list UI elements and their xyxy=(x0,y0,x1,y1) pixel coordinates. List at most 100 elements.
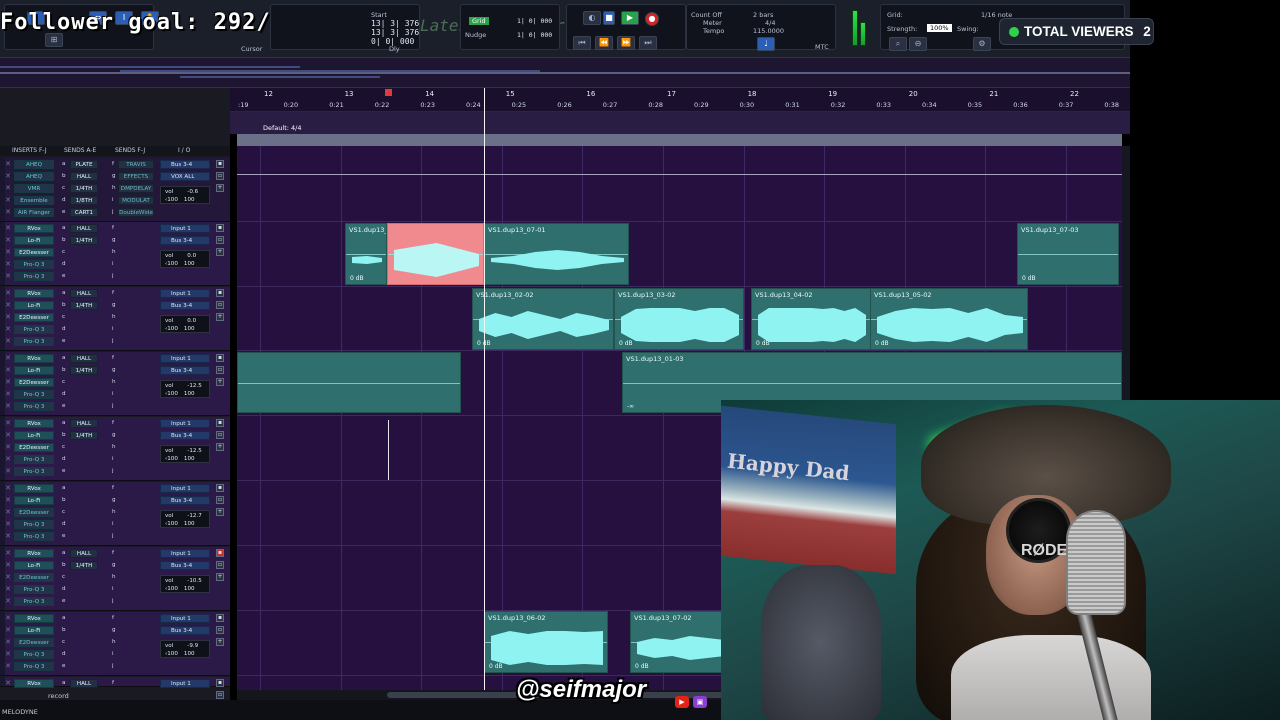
loop-button[interactable]: ■ xyxy=(603,11,615,25)
track-header[interactable]: RVox ✕ Lo-Fi ✕ E2Deesser ✕ Pro-Q 3 ✕ Pro-Q 3 ✕ a f b… xyxy=(0,547,230,611)
add-insert-button[interactable]: + xyxy=(216,313,224,321)
insert-slot[interactable]: Pro-Q 3 xyxy=(14,260,54,269)
track-options-button[interactable]: ▫ xyxy=(216,366,224,374)
volume-value[interactable]: 0.0 xyxy=(187,253,196,259)
nudge-label[interactable]: Nudge xyxy=(465,31,486,39)
track-header[interactable]: RVox ✕ Lo-Fi ✕ E2Deesser ✕ Pro-Q 3 ✕ Pro-Q 3 ✕ a f b… xyxy=(0,222,230,286)
pan-right-value[interactable]: 100 xyxy=(184,651,195,657)
playhead-cursor[interactable] xyxy=(484,88,485,690)
input-selector[interactable]: Input 1 xyxy=(160,289,210,298)
audio-clip[interactable]: VS1.dup13_ 0 dB xyxy=(345,223,387,285)
send-slot[interactable]: 1/4TH xyxy=(70,431,98,440)
input-selector[interactable]: Input 1 xyxy=(160,679,210,688)
track-menu-button[interactable]: ▪ xyxy=(216,679,224,687)
mtc-label[interactable]: MTC xyxy=(815,43,829,51)
track-menu-button[interactable]: ▪ xyxy=(216,354,224,362)
track-options-button[interactable]: ▫ xyxy=(216,626,224,634)
online-button[interactable]: ◐ xyxy=(583,11,601,25)
pan-right-value[interactable]: 100 xyxy=(184,521,195,527)
insert-slot[interactable]: Pro-Q 3 xyxy=(14,455,54,464)
track-options-button[interactable]: ▫ xyxy=(216,172,224,180)
start-value[interactable]: 13| 3| 376 xyxy=(371,19,419,28)
rewind-to-start-button[interactable]: ⏮ xyxy=(573,36,591,50)
output-selector[interactable]: Bus 3-4 xyxy=(160,496,210,505)
track-header[interactable]: RVox ✕ Lo-Fi ✕ E2Deesser ✕ Pro-Q 3 ✕ Pro-Q 3 ✕ a f b… xyxy=(0,482,230,546)
pan-left-value[interactable]: ‹100 xyxy=(165,391,178,397)
send-slot[interactable]: CART1 xyxy=(70,208,98,217)
pan-left-value[interactable]: ‹100 xyxy=(165,326,178,332)
volume-pan-box[interactable]: vol -0.6 ‹100 100 xyxy=(160,186,210,204)
insert-slot[interactable]: RVox xyxy=(14,484,54,493)
add-insert-button[interactable]: + xyxy=(216,638,224,646)
insert-slot[interactable]: Lo-Fi xyxy=(14,561,54,570)
input-selector[interactable]: Input 1 xyxy=(160,484,210,493)
insert-slot[interactable]: AHEQ xyxy=(14,172,54,181)
audio-clip[interactable]: VS1.dup13_07-01 xyxy=(484,223,629,285)
insert-slot[interactable]: Pro-Q 3 xyxy=(14,585,54,594)
insert-slot[interactable]: RVox xyxy=(14,614,54,623)
selection-start-marker[interactable] xyxy=(385,89,392,96)
track-options-button[interactable]: ▫ xyxy=(216,561,224,569)
send-slot[interactable]: 1/4TH xyxy=(70,561,98,570)
send-slot[interactable]: 1/4TH xyxy=(70,184,98,193)
send-slot[interactable]: HALL xyxy=(70,549,98,558)
volume-value[interactable]: -10.5 xyxy=(187,578,201,584)
output-selector[interactable]: Bus 3-4 xyxy=(160,236,210,245)
insert-slot[interactable]: E2Deesser xyxy=(14,378,54,387)
input-selector[interactable]: Input 1 xyxy=(160,354,210,363)
insert-slot[interactable]: AIR Flanger xyxy=(14,208,54,217)
insert-slot[interactable]: Lo-Fi xyxy=(14,626,54,635)
quantize-zoom-icon[interactable]: ⌕ xyxy=(889,37,907,51)
send-slot[interactable]: HALL xyxy=(70,224,98,233)
track-header[interactable]: RVox ✕ Lo-Fi ✕ E2Deesser ✕ Pro-Q 3 ✕ Pro-Q 3 ✕ a f b… xyxy=(0,417,230,481)
track-menu-button[interactable]: ▪ xyxy=(216,289,224,297)
volume-pan-box[interactable]: vol -12.5 ‹100 100 xyxy=(160,445,210,463)
track-menu-button[interactable]: ▪ xyxy=(216,614,224,622)
insert-slot[interactable]: Pro-Q 3 xyxy=(14,402,54,411)
send-slot[interactable]: HALL xyxy=(70,172,98,181)
audio-clip[interactable]: VS1.dup13_06-02 0 dB xyxy=(484,611,608,673)
pan-left-value[interactable]: ‹100 xyxy=(165,521,178,527)
volume-pan-box[interactable]: vol -10.5 ‹100 100 xyxy=(160,575,210,593)
send-slot[interactable]: DMPDELAY xyxy=(118,184,154,193)
pan-right-value[interactable]: 100 xyxy=(184,391,195,397)
quantize-zoom-out-icon[interactable]: ⊖ xyxy=(909,37,927,51)
audio-clip[interactable]: VS1.dup13_03-02 0 dB xyxy=(614,288,744,350)
meter-marker[interactable]: Default: 4/4 xyxy=(263,124,301,132)
output-selector[interactable]: Bus 3-4 xyxy=(160,431,210,440)
add-insert-button[interactable]: + xyxy=(216,573,224,581)
track-header[interactable]: RVox✕afHALLInput 1▪▫+ xyxy=(0,677,230,711)
send-slot[interactable]: HALL xyxy=(70,354,98,363)
insert-slot[interactable]: VMR xyxy=(14,184,54,193)
pan-left-value[interactable]: ‹100 xyxy=(165,586,178,592)
send-slot[interactable]: 1/8TH xyxy=(70,196,98,205)
volume-pan-box[interactable]: vol -12.5 ‹100 100 xyxy=(160,380,210,398)
volume-pan-box[interactable]: vol 0.0 ‹100 100 xyxy=(160,250,210,268)
send-slot[interactable]: TRAVIS xyxy=(118,160,154,169)
end-button[interactable]: ⏭ xyxy=(639,36,657,50)
meter-label[interactable]: Meter xyxy=(703,19,722,27)
insert-slot[interactable]: Pro-Q 3 xyxy=(14,272,54,281)
track-header[interactable]: RVox ✕ Lo-Fi ✕ E2Deesser ✕ Pro-Q 3 ✕ Pro-Q 3 ✕ a f b… xyxy=(0,352,230,416)
output-selector[interactable]: Bus 3-4 xyxy=(160,366,210,375)
selected-clip[interactable] xyxy=(387,223,484,285)
click-button[interactable]: ♩ xyxy=(757,37,775,51)
add-insert-button[interactable]: + xyxy=(216,443,224,451)
track-lane[interactable] xyxy=(237,146,1122,222)
pan-right-value[interactable]: 100 xyxy=(184,586,195,592)
input-selector[interactable]: Input 1 xyxy=(160,614,210,623)
track-options-button[interactable]: ▫ xyxy=(216,236,224,244)
insert-slot[interactable]: Pro-Q 3 xyxy=(14,650,54,659)
insert-slot[interactable]: Pro-Q 3 xyxy=(14,325,54,334)
pan-right-value[interactable]: 100 xyxy=(184,326,195,332)
volume-value[interactable]: -12.5 xyxy=(187,448,201,454)
melodyne-label[interactable]: MELODYNE xyxy=(2,708,38,716)
volume-pan-box[interactable]: vol 0.0 ‹100 100 xyxy=(160,315,210,333)
output-selector[interactable]: Bus 3-4 xyxy=(160,301,210,310)
send-slot[interactable]: PLATE xyxy=(70,160,98,169)
audio-clip[interactable]: VS1.dup13_05-02 0 dB xyxy=(870,288,1028,350)
output-selector[interactable]: Bus 3-4 xyxy=(160,626,210,635)
tempo-label[interactable]: Tempo xyxy=(703,27,724,35)
smart-tool-button[interactable]: ⊞ xyxy=(45,33,63,47)
volume-value[interactable]: -0.6 xyxy=(187,189,198,195)
